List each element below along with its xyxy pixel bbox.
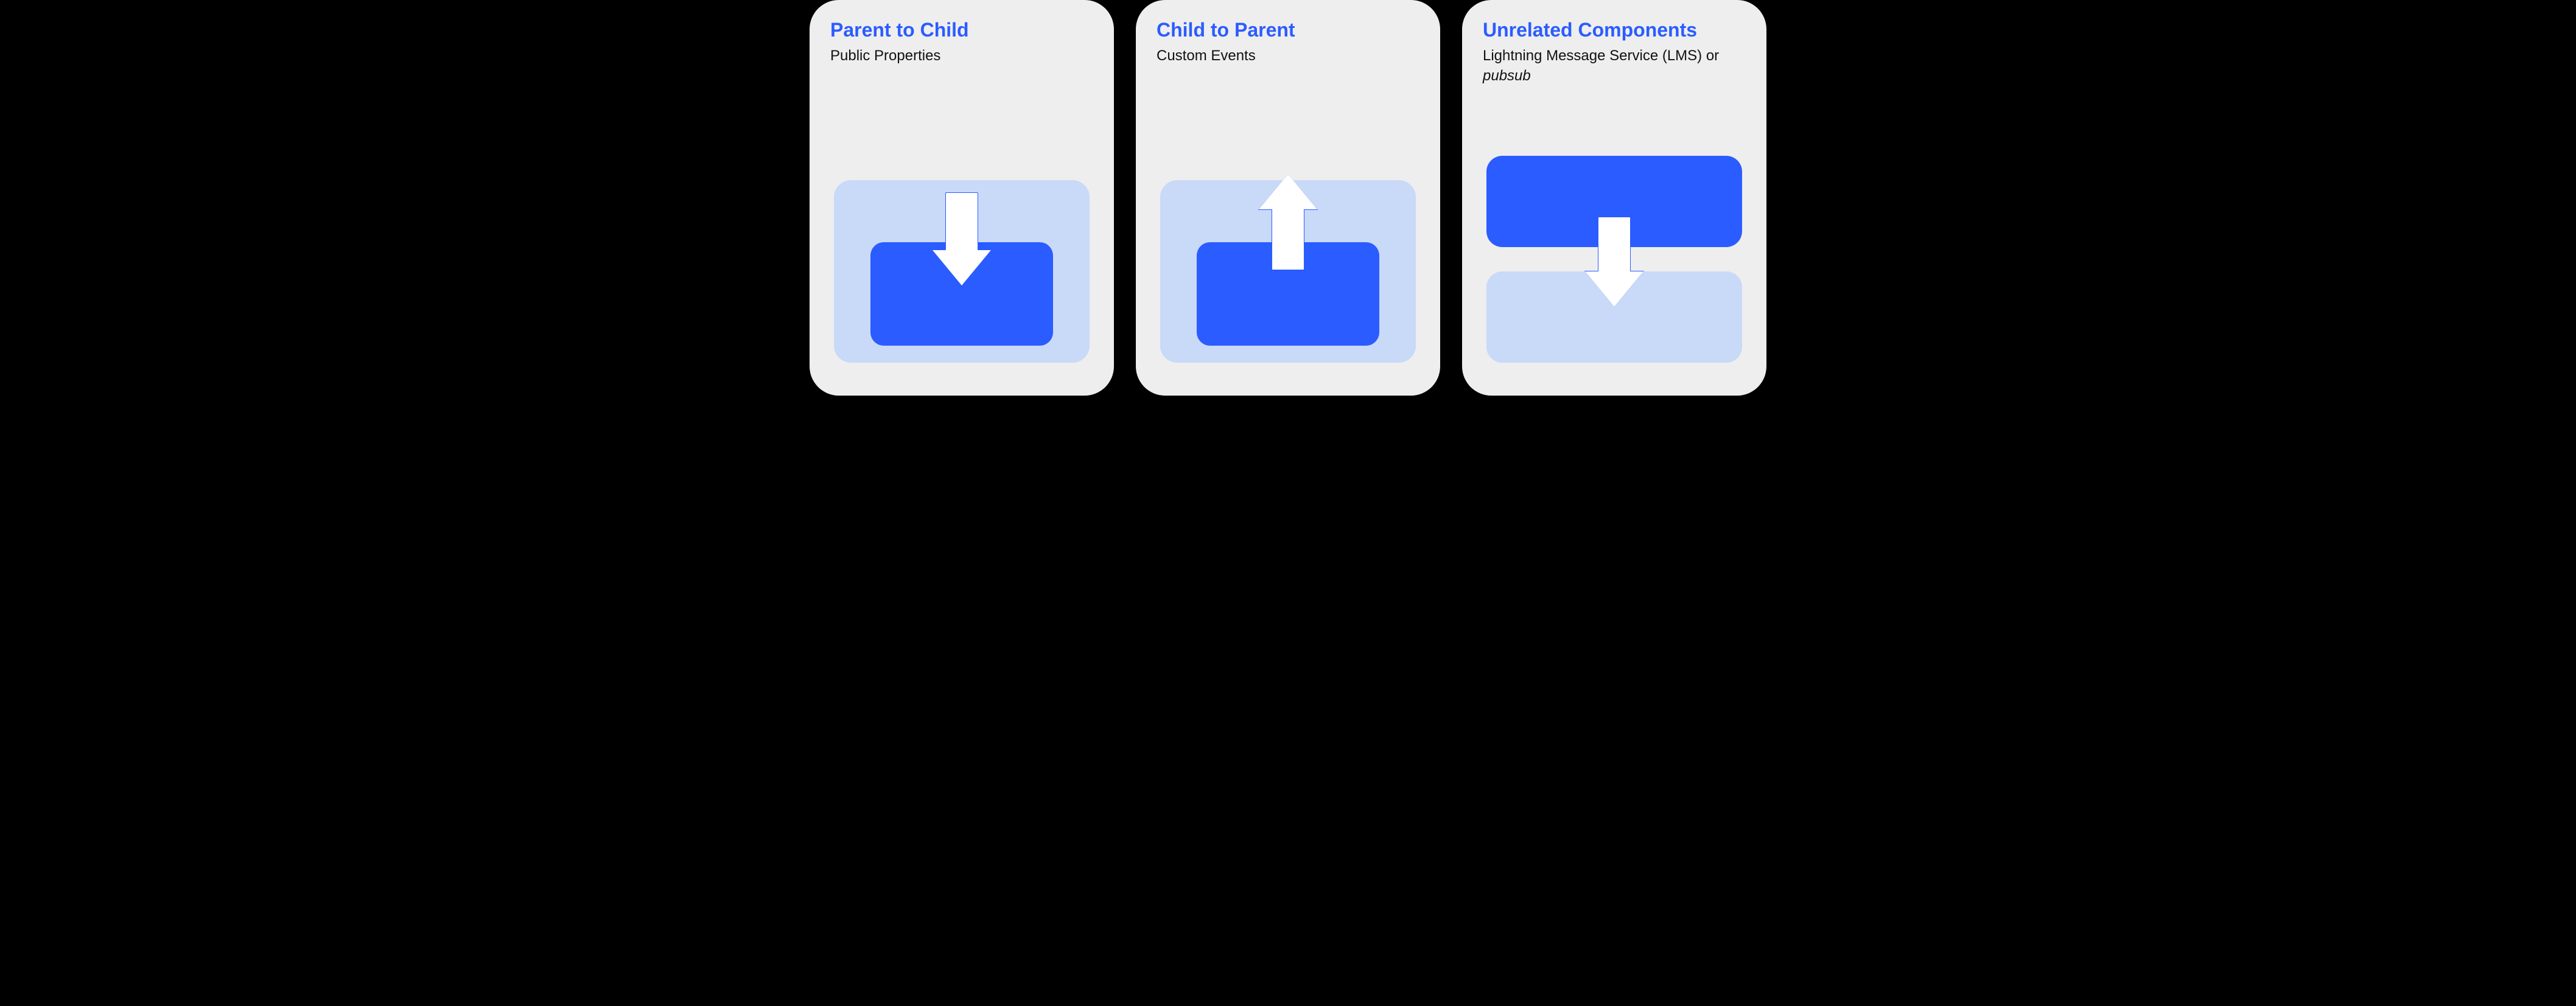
card-subtitle: Custom Events	[1157, 46, 1419, 66]
card-subtitle: Lightning Message Service (LMS) or pubsu…	[1483, 46, 1746, 86]
parent-component-box	[834, 180, 1090, 363]
card-title: Child to Parent	[1157, 18, 1419, 41]
illustration	[1157, 180, 1419, 377]
illustration	[1483, 156, 1746, 377]
card-unrelated-components: Unrelated Components Lightning Message S…	[1462, 0, 1766, 396]
card-parent-to-child: Parent to Child Public Properties	[810, 0, 1114, 396]
separate-components	[1486, 156, 1742, 363]
card-subtitle: Public Properties	[830, 46, 1093, 66]
arrow-down-icon	[933, 192, 991, 285]
arrow-down-icon	[1585, 217, 1643, 307]
card-title: Parent to Child	[830, 18, 1093, 41]
parent-component-box	[1160, 180, 1416, 363]
illustration	[830, 180, 1093, 377]
card-child-to-parent: Child to Parent Custom Events	[1136, 0, 1440, 396]
arrow-up-icon	[1259, 174, 1317, 270]
card-title: Unrelated Components	[1483, 18, 1746, 41]
cards-row: Parent to Child Public Properties Child …	[810, 0, 1766, 396]
